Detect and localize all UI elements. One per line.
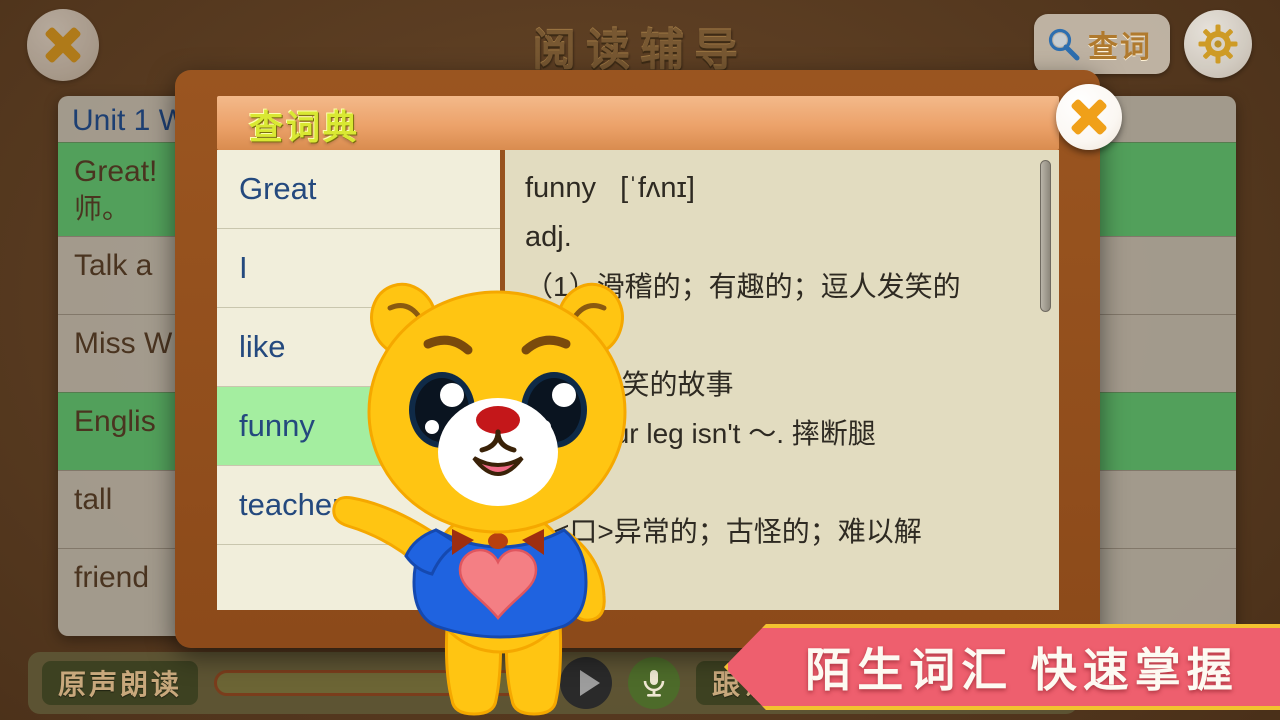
search-word-label: 查词	[1088, 31, 1152, 64]
settings-button[interactable]	[1184, 10, 1252, 78]
bear-mascot	[332, 262, 662, 720]
word-label: I	[239, 250, 248, 285]
scrollbar-thumb[interactable]	[1040, 160, 1051, 312]
promo-banner-text: 陌生词汇 快速掌握	[805, 645, 1239, 696]
headword: funny	[525, 172, 596, 204]
dictionary-header: 查词典	[217, 96, 1059, 150]
reading-row-en: Great!	[74, 155, 158, 188]
word-label: Great	[239, 171, 317, 206]
part-of-speech: adj.	[525, 221, 572, 253]
close-x-icon	[43, 25, 83, 65]
definition-scrollbar[interactable]	[1040, 160, 1051, 600]
magnifier-icon	[1048, 28, 1080, 61]
list-item[interactable]: Great	[217, 150, 500, 229]
reading-row-en: Talk a	[74, 248, 153, 282]
close-x-icon	[1069, 97, 1109, 137]
search-word-button[interactable]: 查词	[1034, 14, 1170, 74]
word-label: funny	[239, 408, 315, 443]
reading-row-en: Miss W	[74, 326, 173, 360]
bear-mascot-icon	[332, 282, 627, 716]
reading-row-en: tall	[74, 482, 113, 516]
close-app-button[interactable]	[27, 9, 99, 81]
promo-banner: 陌生词汇 快速掌握	[724, 624, 1280, 710]
dictionary-title: 查词典	[249, 109, 360, 147]
gear-icon	[1198, 24, 1238, 64]
reading-row-en: friend	[74, 560, 150, 594]
original-read-button[interactable]: 原声朗读	[42, 661, 199, 705]
reading-row-en: Englis	[74, 404, 156, 438]
definition-headword-line: funny [ˈfʌnɪ]	[525, 164, 1041, 213]
phonetic: [ˈfʌnɪ]	[620, 172, 695, 204]
dictionary-close-button[interactable]	[1056, 84, 1122, 150]
word-label: like	[239, 329, 286, 364]
